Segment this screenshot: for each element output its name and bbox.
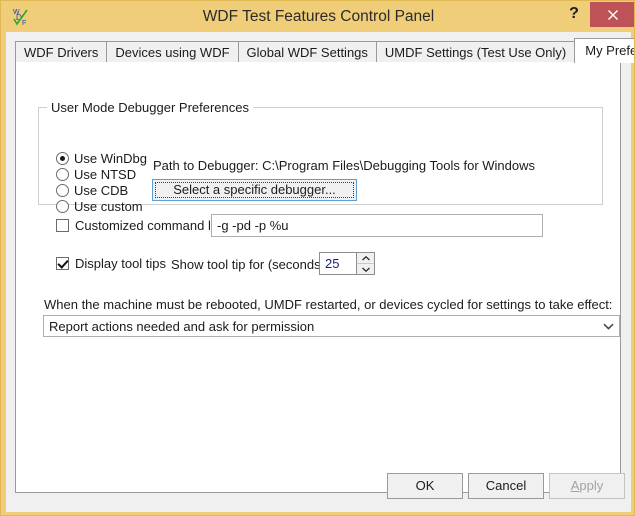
tab-label: Devices using WDF xyxy=(115,45,229,60)
tab-page-my-preferences: User Mode Debugger Preferences Use WinDb… xyxy=(15,61,621,493)
close-button[interactable] xyxy=(590,2,635,27)
apply-label: pply xyxy=(579,478,603,493)
radio-use-ntsd[interactable]: Use NTSD xyxy=(56,167,136,182)
radio-use-cdb[interactable]: Use CDB xyxy=(56,183,128,198)
tab-wdf-drivers[interactable]: WDF Drivers xyxy=(15,41,107,62)
reboot-section-label: When the machine must be rebooted, UMDF … xyxy=(44,297,612,312)
radio-indicator-icon xyxy=(56,200,69,213)
tab-devices-using-wdf[interactable]: Devices using WDF xyxy=(106,41,238,62)
select-debugger-label: Select a specific debugger... xyxy=(173,182,336,197)
radio-label: Use CDB xyxy=(74,183,128,198)
radio-use-custom[interactable]: Use custom xyxy=(56,199,143,214)
tool-tip-duration-value: 25 xyxy=(325,256,339,271)
radio-use-windbg[interactable]: Use WinDbg xyxy=(56,151,147,166)
ok-button[interactable]: OK xyxy=(387,473,463,499)
help-button[interactable]: ? xyxy=(559,1,589,27)
debugger-path-label: Path to Debugger: C:\Program Files\Debug… xyxy=(153,158,535,173)
title-bar: W D F WDF Test Features Control Panel ? xyxy=(1,1,635,32)
reboot-action-select[interactable]: Report actions needed and ask for permis… xyxy=(43,315,620,337)
tab-my-preferences[interactable]: My Preferences xyxy=(574,38,635,63)
tool-tip-duration-stepper[interactable]: 25 xyxy=(319,252,375,275)
stepper-up-button[interactable] xyxy=(356,253,374,264)
select-debugger-button[interactable]: Select a specific debugger... xyxy=(152,179,357,201)
tab-label: WDF Drivers xyxy=(24,45,98,60)
checkbox-indicator-icon xyxy=(56,257,69,270)
tab-label: My Preferences xyxy=(585,43,635,58)
tab-label: Global WDF Settings xyxy=(247,45,368,60)
radio-indicator-icon xyxy=(56,184,69,197)
checkbox-customized-command-line[interactable]: Customized command line xyxy=(56,218,228,233)
reboot-action-selected-value: Report actions needed and ask for permis… xyxy=(49,319,314,334)
radio-indicator-icon xyxy=(56,168,69,181)
customized-command-line-input[interactable] xyxy=(211,214,543,237)
dialog-window: W D F WDF Test Features Control Panel ? … xyxy=(0,0,635,516)
cancel-button[interactable]: Cancel xyxy=(468,473,544,499)
chevron-up-icon xyxy=(362,256,370,261)
dialog-body: WDF Drivers Devices using WDF Global WDF… xyxy=(6,32,631,512)
checkbox-label: Display tool tips xyxy=(75,256,166,271)
cancel-label: Cancel xyxy=(486,478,526,493)
tool-tip-duration-label: Show tool tip for (seconds) xyxy=(171,257,325,272)
tab-umdf-settings[interactable]: UMDF Settings (Test Use Only) xyxy=(376,41,575,62)
radio-label: Use custom xyxy=(74,199,143,214)
radio-label: Use NTSD xyxy=(74,167,136,182)
radio-label: Use WinDbg xyxy=(74,151,147,166)
checkbox-display-tool-tips[interactable]: Display tool tips xyxy=(56,256,166,271)
checkbox-indicator-icon xyxy=(56,219,69,232)
tab-label: UMDF Settings (Test Use Only) xyxy=(385,45,566,60)
apply-button: Apply xyxy=(549,473,625,499)
ok-label: OK xyxy=(416,478,435,493)
checkbox-label: Customized command line xyxy=(75,218,228,233)
chevron-down-icon xyxy=(362,267,370,272)
stepper-down-button[interactable] xyxy=(356,264,374,274)
close-icon xyxy=(607,9,619,21)
tab-strip: WDF Drivers Devices using WDF Global WDF… xyxy=(15,38,635,62)
group-legend: User Mode Debugger Preferences xyxy=(47,100,253,115)
chevron-down-icon xyxy=(603,323,614,330)
stepper-buttons xyxy=(356,253,374,274)
radio-indicator-icon xyxy=(56,152,69,165)
tab-global-wdf-settings[interactable]: Global WDF Settings xyxy=(238,41,377,62)
window-title: WDF Test Features Control Panel xyxy=(1,1,635,32)
combo-arrow[interactable] xyxy=(597,316,619,336)
